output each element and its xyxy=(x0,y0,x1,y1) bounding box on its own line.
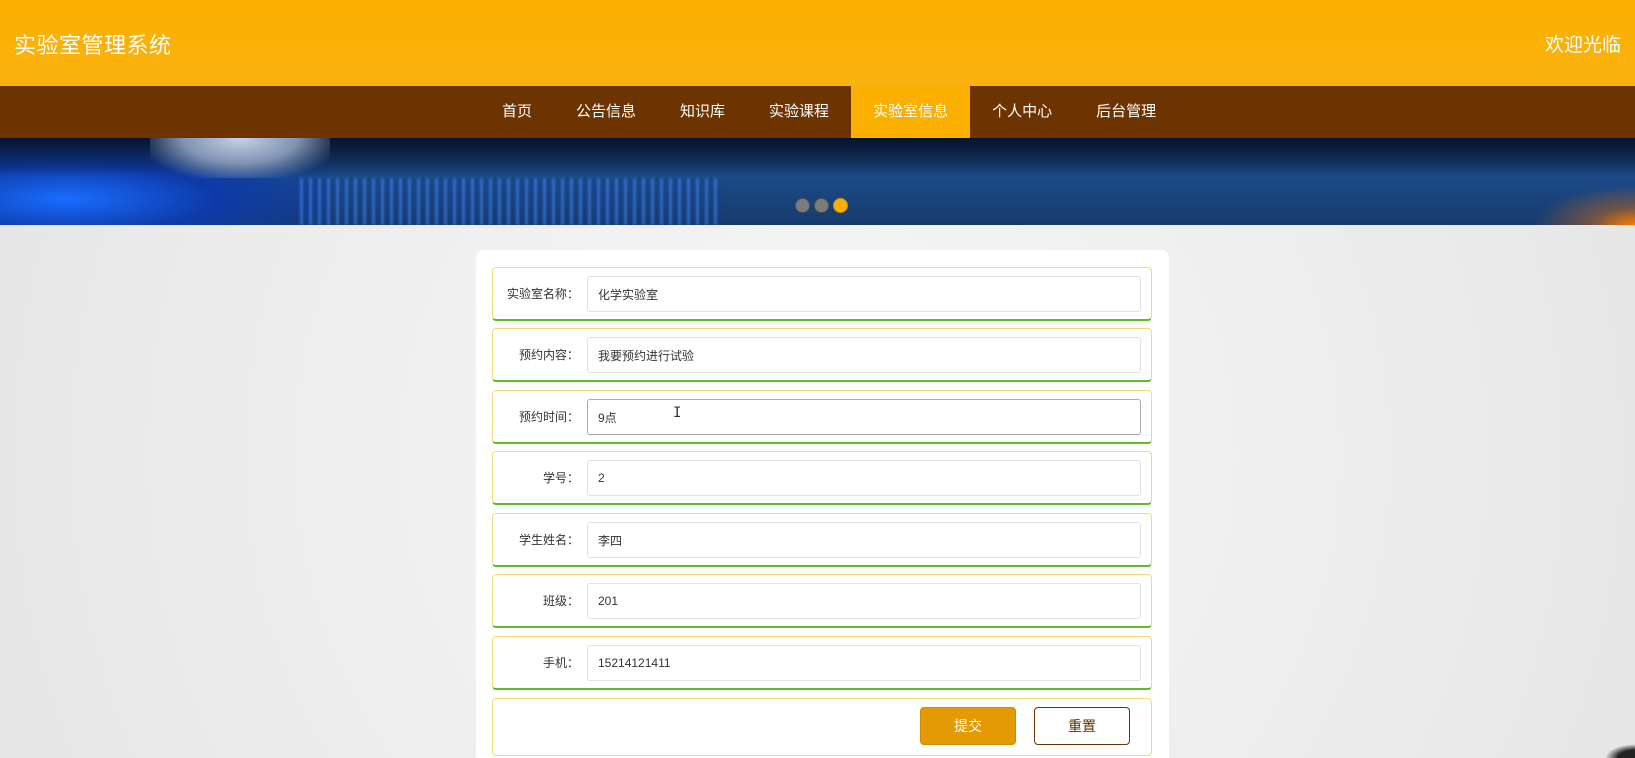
welcome-text: 欢迎光临 xyxy=(1544,35,1621,56)
reservation-time-label: 预约时间： xyxy=(518,410,579,424)
form-row-phone: 手机： xyxy=(492,636,1152,690)
form-row-reservation-content: 预约内容： xyxy=(492,328,1152,382)
site-title: 实验室管理系统 xyxy=(14,33,172,58)
nav-item-lab-courses[interactable]: 实验课程 xyxy=(747,86,851,138)
nav-item-personal-center[interactable]: 个人中心 xyxy=(970,86,1074,138)
form-actions: 提交 重置 xyxy=(492,698,1152,756)
banner-carousel xyxy=(0,138,1635,225)
form-row-student-name: 学生姓名： xyxy=(492,513,1152,567)
student-name-label: 学生姓名： xyxy=(518,533,579,547)
student-id-label: 学号： xyxy=(542,471,579,485)
nav-item-home[interactable]: 首页 xyxy=(480,86,554,138)
main-nav: 首页 公告信息 知识库 实验课程 实验室信息 个人中心 后台管理 xyxy=(0,86,1635,138)
student-name-input[interactable] xyxy=(587,522,1141,558)
corner-decoration xyxy=(1605,744,1635,758)
form-row-reservation-time: 预约时间： xyxy=(492,390,1152,444)
form-row-student-id: 学号： xyxy=(492,451,1152,505)
site-header: 实验室管理系统 欢迎光临 xyxy=(0,0,1635,86)
form-row-lab-name: 实验室名称： xyxy=(492,267,1152,321)
class-input[interactable] xyxy=(587,583,1141,619)
reservation-time-input[interactable] xyxy=(587,399,1141,435)
text-cursor-icon: I xyxy=(673,405,682,421)
submit-button[interactable]: 提交 xyxy=(920,707,1016,745)
nav-item-admin[interactable]: 后台管理 xyxy=(1074,86,1178,138)
nav-item-lab-info[interactable]: 实验室信息 xyxy=(851,86,971,138)
carousel-dots xyxy=(795,198,848,213)
nav-item-knowledge-base[interactable]: 知识库 xyxy=(658,86,747,138)
form-row-class: 班级： xyxy=(492,574,1152,628)
nav-list: 首页 公告信息 知识库 实验课程 实验室信息 个人中心 后台管理 xyxy=(480,86,1178,138)
reservation-form: 实验室名称： 预约内容： 预约时间： 学号： 学生姓名： 班级： 手机： xyxy=(476,250,1169,758)
class-label: 班级： xyxy=(542,594,579,608)
reset-button[interactable]: 重置 xyxy=(1034,707,1130,745)
reservation-content-label: 预约内容： xyxy=(518,348,579,362)
banner-image-lights xyxy=(300,178,720,225)
phone-input[interactable] xyxy=(587,645,1141,681)
nav-item-announcements[interactable]: 公告信息 xyxy=(554,86,658,138)
carousel-dot-1[interactable] xyxy=(795,198,810,213)
lab-name-input[interactable] xyxy=(587,276,1141,312)
banner-image-object xyxy=(150,138,330,178)
lab-name-label: 实验室名称： xyxy=(506,287,579,301)
student-id-input[interactable] xyxy=(587,460,1141,496)
phone-label: 手机： xyxy=(542,656,579,670)
carousel-dot-3[interactable] xyxy=(833,198,848,213)
reservation-content-input[interactable] xyxy=(587,337,1141,373)
banner-image-orange xyxy=(1515,178,1635,225)
page: 实验室管理系统 欢迎光临 首页 公告信息 知识库 实验课程 实验室信息 个人中心… xyxy=(0,0,1635,758)
carousel-dot-2[interactable] xyxy=(814,198,829,213)
